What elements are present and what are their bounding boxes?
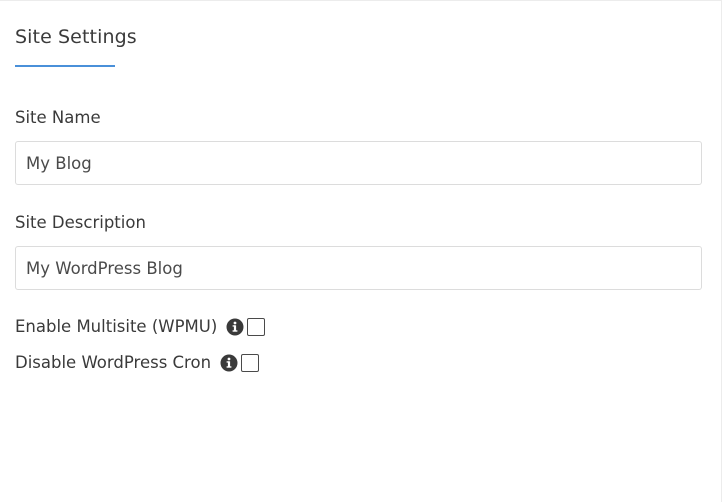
enable-multisite-label: Enable Multisite (WPMU) (15, 317, 218, 336)
disable-cron-label: Disable WordPress Cron (15, 353, 212, 372)
title-underline (15, 65, 115, 67)
disable-cron-checkbox[interactable] (241, 354, 260, 372)
site-description-input[interactable] (15, 246, 702, 290)
enable-multisite-row: Enable Multisite (WPMU) (15, 315, 266, 339)
section-title: Site Settings (15, 26, 137, 48)
disable-cron-row: Disable WordPress Cron (15, 351, 260, 375)
site-description-label: Site Description (15, 213, 146, 232)
site-name-input[interactable] (15, 141, 702, 185)
site-name-label: Site Name (15, 108, 101, 127)
site-settings-panel: Site Settings Site Name Site Description… (0, 0, 722, 502)
info-circle-icon[interactable] (220, 354, 238, 372)
enable-multisite-checkbox[interactable] (247, 318, 266, 336)
info-circle-icon[interactable] (226, 318, 244, 336)
